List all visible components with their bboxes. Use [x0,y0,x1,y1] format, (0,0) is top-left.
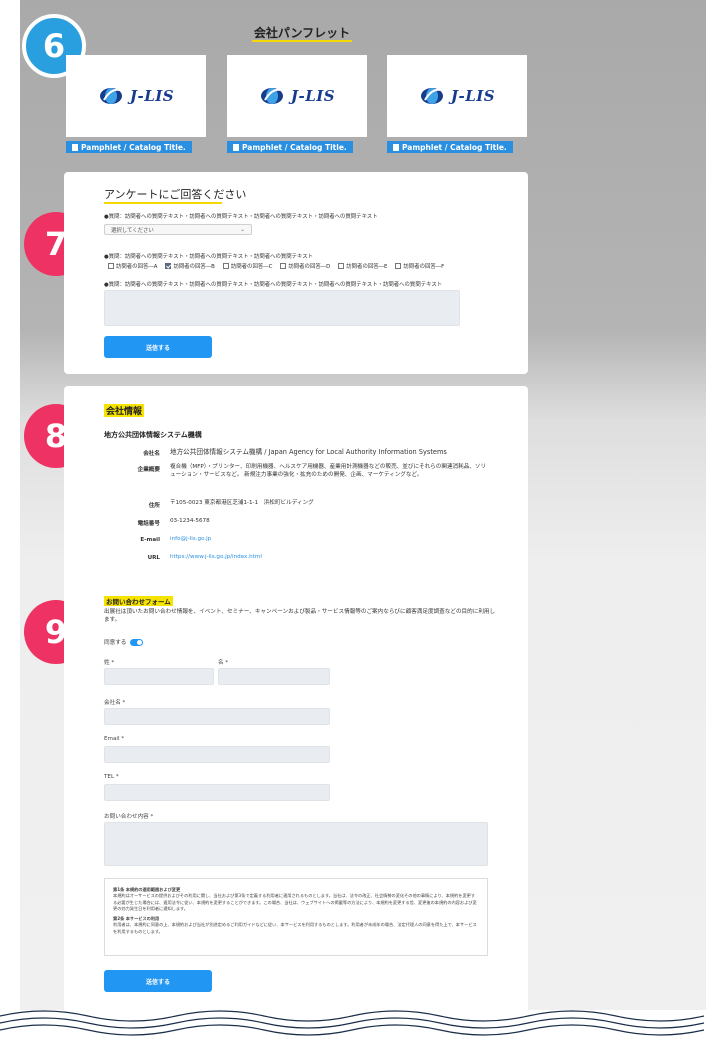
document-icon [72,143,78,151]
checkbox-option-c[interactable]: 訪問者の回答―C [222,262,273,270]
row-value: 複合機（MFP）・プリンター、印刷用機器、ヘルスケア用機器、産業用計測機器などの… [170,464,487,478]
row-key: 電話番号 [137,521,160,527]
chevron-down-icon: ⌄ [239,226,245,233]
pamphlet-card[interactable]: J-LIS [227,55,367,137]
last-name-input[interactable] [104,668,214,685]
checkbox-label: 訪問者の回答―C [230,264,273,270]
checkbox-group: 訪問者の回答―A 訪問者の回答―B 訪問者の回答―C 訪問者の回答―D 訪問者の… [108,262,444,270]
logo-text: J-LIS [129,87,175,105]
document-icon [393,143,399,151]
checkbox[interactable] [338,263,345,269]
pamphlet-card[interactable]: J-LIS [387,55,527,137]
select-value: 選択してください [111,227,154,234]
inquiry-heading: お問い合わせフォーム [104,596,173,606]
pamphlet-link[interactable]: Pamphlet / Catalog Title. [387,141,513,153]
checkbox-label: 訪問者の回答―A [116,264,158,270]
checkbox-option-e[interactable]: 訪問者の回答―E [338,262,387,270]
company-card: 会社情報 地方公共団体情報システム機構 会社名 地方公共団体情報システム機構 /… [64,386,528,1042]
company-name-input[interactable] [104,708,330,725]
checkbox-option-d[interactable]: 訪問者の回答―D [280,262,330,270]
company-name-label: 会社名 * [104,700,126,706]
row-key: 企業概要 [137,467,160,473]
company-row-tel: 電話番号 03-1234-5678 [104,518,504,527]
message-textarea[interactable] [104,822,488,866]
message-label: お問い合わせ内容 * [104,814,154,820]
email-input[interactable] [104,746,330,763]
company-row-email: E-mail info@j-lis.go.jp [104,536,504,544]
checkbox-label: 訪問者の回答―D [288,264,331,270]
first-name-label: 名 * [218,660,229,666]
row-key: 住所 [148,503,160,509]
survey-submit-button[interactable]: 送信する [104,336,212,358]
checkbox-option-a[interactable]: 訪問者の回答―A [108,262,157,270]
terms-paragraph-1: 本規約はオーサービスの提供およびその利用に関し、当社および第3条で定義する利用者… [113,893,477,911]
document-icon [233,143,239,151]
checkbox[interactable] [222,263,229,269]
agree-toggle[interactable] [130,638,144,646]
checkbox-label: 訪問者の回答―B [173,264,215,270]
row-value: 03-1234-5678 [170,518,210,524]
survey-question-1: ●質問：訪問者への質問テキスト・訪問者への質問テキスト・訪問者への質問テキスト・… [104,214,378,220]
jlis-logo: J-LIS [259,86,335,106]
jlis-logo: J-LIS [419,86,495,106]
row-value: 地方公共団体情報システム機構 / Japan Agency for Local … [170,448,447,456]
pamphlet-link[interactable]: Pamphlet / Catalog Title. [227,141,353,153]
terms-paragraph-2: 利用者は、本規約に同意の上、本規約および当社が別途定めるご利用ガイドなどに従い、… [113,922,477,934]
company-org-name: 地方公共団体情報システム機構 [104,431,202,439]
last-name-label: 姓 * [104,660,115,666]
logo-text: J-LIS [290,87,336,105]
checkbox[interactable] [395,263,402,269]
company-row-name: 会社名 地方公共団体情報システム機構 / Japan Agency for Lo… [104,448,504,457]
jlis-logo: J-LIS [98,86,174,106]
checkbox[interactable] [108,263,114,269]
jlis-logo-icon [260,88,283,104]
survey-select[interactable]: 選択してください ⌄ [104,224,252,235]
checkbox[interactable] [280,263,287,269]
company-row-url: URL https://www.j-lis.go.jp/index.html [104,554,504,562]
agree-label: 同意する [104,640,127,646]
row-key: 会社名 [143,451,160,457]
jlis-logo-icon [420,88,443,104]
pamphlet-link-label: Pamphlet / Catalog Title. [81,142,186,152]
pamphlet-card[interactable]: J-LIS [66,55,206,137]
wave-divider [0,1010,706,1042]
terms-box[interactable]: 第1条 本規約の適用範囲および変更 本規約はオーサービスの提供およびその利用に関… [104,878,488,956]
first-name-input[interactable] [218,668,330,685]
agree-row: 同意する [104,638,144,646]
tel-label: TEL * [104,774,119,780]
inquiry-description: 出展社は頂いたお問い合わせ情報を、イベント、セミナー、キャンペーンおよび製品・サ… [104,609,496,624]
checkbox-option-f[interactable]: 訪問者の回答―F [395,262,444,270]
pamphlet-link[interactable]: Pamphlet / Catalog Title. [66,141,192,153]
company-heading: 会社情報 [104,404,145,417]
pamphlet-link-label: Pamphlet / Catalog Title. [402,142,507,152]
survey-title: アンケートにご回答ください [104,188,247,201]
survey-card: アンケートにご回答ください ●質問：訪問者への質問テキスト・訪問者への質問テキス… [64,172,528,374]
checkbox-label: 訪問者の回答―E [346,264,388,270]
checkbox[interactable] [165,263,172,269]
email-link[interactable]: info@j-lis.go.jp [170,536,490,544]
url-link[interactable]: https://www.j-lis.go.jp/index.html [170,554,490,562]
title-underline [252,40,352,42]
row-key: E-mail [140,537,160,543]
company-row-business: 企業概要 複合機（MFP）・プリンター、印刷用機器、ヘルスケア用機器、産業用計測… [104,464,504,479]
survey-question-3: ●質問：訪問者への質問テキスト・訪問者への質問テキスト・訪問者への質問テキスト・… [104,282,443,288]
row-key: URL [147,555,160,561]
jlis-logo-icon [99,88,122,104]
pamphlet-section-title: 会社パンフレット [253,26,351,40]
logo-text: J-LIS [450,87,496,105]
tel-input[interactable] [104,784,330,801]
email-label: Email * [104,736,125,742]
title-underline [104,202,222,204]
inquiry-submit-button[interactable]: 送信する [104,970,212,992]
checkbox-label: 訪問者の回答―F [403,264,445,270]
checkbox-option-b[interactable]: 訪問者の回答―B [165,262,215,270]
company-row-address: 住所 〒105-0023 東京都港区芝浦1-1-1 浜松町ビルディング [104,500,504,509]
survey-question-2: ●質問：訪問者への質問テキスト・訪問者への質問テキスト・訪問者への質問テキスト [104,254,314,260]
pamphlet-link-label: Pamphlet / Catalog Title. [242,142,347,152]
row-value: 〒105-0023 東京都港区芝浦1-1-1 浜松町ビルディング [170,500,314,506]
survey-textarea[interactable] [104,290,460,326]
